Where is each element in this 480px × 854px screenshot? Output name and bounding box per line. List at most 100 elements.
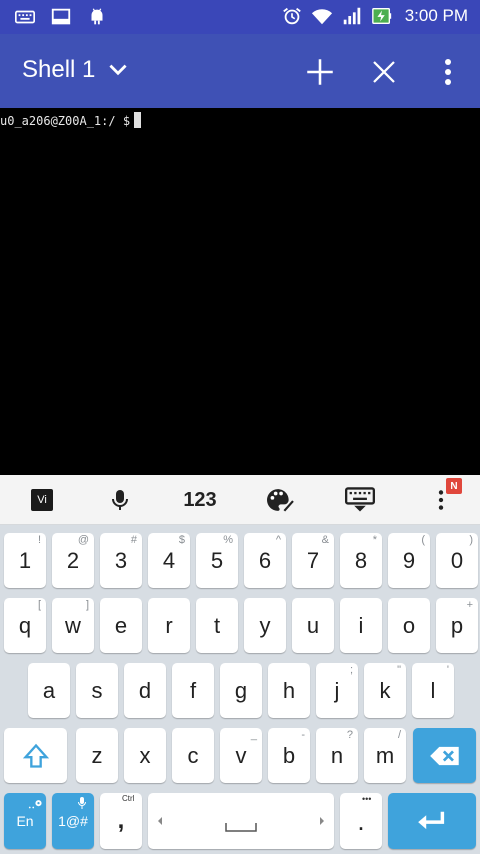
alarm-icon: [282, 7, 301, 25]
key-7[interactable]: 7 &: [292, 533, 334, 588]
chevron-down-icon: [109, 64, 127, 76]
key-a[interactable]: a: [28, 663, 70, 718]
backspace-icon: [429, 746, 459, 765]
period-label: .: [357, 805, 365, 836]
symbols-label: 1@#: [58, 813, 88, 829]
shift-icon: [22, 743, 49, 768]
android-debug-icon: [91, 8, 103, 25]
key-z[interactable]: z: [76, 728, 118, 783]
key-label: 4: [162, 547, 176, 573]
key-1[interactable]: 1!: [4, 533, 46, 588]
key-label: 6: [258, 547, 272, 573]
key-y[interactable]: y: [244, 598, 286, 653]
key-2[interactable]: 2 @: [52, 533, 94, 588]
key-t[interactable]: t: [196, 598, 238, 653]
key-secondary-label: ;: [349, 664, 353, 676]
key-o[interactable]: o: [388, 598, 430, 653]
key-0[interactable]: 0): [436, 533, 478, 588]
app-bar: Shell 1: [0, 34, 480, 108]
key-label: n: [330, 742, 344, 768]
key-n[interactable]: n?: [316, 728, 358, 783]
theme-button[interactable]: [258, 475, 302, 525]
key-label: 0: [450, 547, 464, 573]
key-6[interactable]: 6 ^: [244, 533, 286, 588]
key-secondary-label: $: [178, 534, 185, 546]
language-key[interactable]: En: [4, 793, 46, 849]
language-label: En: [16, 813, 34, 829]
key-label: v: [235, 742, 247, 768]
language-settings-icon: [28, 800, 42, 809]
enter-key[interactable]: [388, 793, 476, 849]
app-title: Shell 1: [22, 56, 96, 83]
key-3[interactable]: 3 #: [100, 533, 142, 588]
key-e[interactable]: e: [100, 598, 142, 653]
key-v[interactable]: v _: [220, 728, 262, 783]
overflow-menu-icon: [445, 59, 451, 85]
key-label: t: [213, 612, 221, 638]
key-l[interactable]: l ': [412, 663, 454, 718]
key-k[interactable]: k ": [364, 663, 406, 718]
keyboard-icon: [15, 10, 35, 24]
key-label: p: [450, 612, 464, 638]
key-p[interactable]: p +: [436, 598, 478, 653]
key-secondary-label: *: [372, 534, 377, 546]
key-4[interactable]: 4 $: [148, 533, 190, 588]
shift-key[interactable]: [4, 728, 67, 783]
space-key[interactable]: [148, 793, 334, 849]
hide-keyboard-button[interactable]: [338, 475, 382, 525]
key-g[interactable]: g: [220, 663, 262, 718]
key-m[interactable]: m /: [364, 728, 406, 783]
key-secondary-label: /: [397, 729, 401, 741]
key-h[interactable]: h: [268, 663, 310, 718]
key-d[interactable]: d: [124, 663, 166, 718]
key-label: b: [282, 742, 296, 768]
key-label: o: [402, 612, 416, 638]
key-b[interactable]: b-: [268, 728, 310, 783]
voice-input-button[interactable]: [100, 475, 140, 525]
key-i[interactable]: i: [340, 598, 382, 653]
comma-key[interactable]: , Ctrl: [100, 793, 142, 849]
numbers-button[interactable]: 123: [174, 475, 226, 525]
key-9[interactable]: 9(: [388, 533, 430, 588]
key-8[interactable]: 8 *: [340, 533, 382, 588]
vi-button[interactable]: Vi: [22, 475, 62, 525]
key-w[interactable]: w]: [52, 598, 94, 653]
key-s[interactable]: s: [76, 663, 118, 718]
new-session-button[interactable]: [300, 52, 340, 92]
period-key[interactable]: . •••: [340, 793, 382, 849]
symbols-key[interactable]: 1@#: [52, 793, 94, 849]
key-label: q: [18, 612, 32, 638]
key-label: 1: [18, 547, 32, 573]
backspace-key[interactable]: [413, 728, 476, 783]
key-label: 2: [66, 547, 80, 573]
key-label: 3: [114, 547, 128, 573]
key-q[interactable]: q[: [4, 598, 46, 653]
key-label: 9: [402, 547, 416, 573]
terminal-prompt: u0_a206@Z00A_1:/ $: [0, 114, 131, 128]
numbers-label: 123: [183, 488, 217, 511]
palette-icon: [267, 489, 294, 512]
session-selector[interactable]: Shell 1: [22, 56, 131, 84]
key-label: s: [91, 677, 103, 703]
key-r[interactable]: r: [148, 598, 190, 653]
battery-charging-icon: [371, 7, 391, 25]
key-j[interactable]: j;: [316, 663, 358, 718]
key-label: 8: [354, 547, 368, 573]
close-icon: [373, 61, 395, 83]
terminal-cursor: [134, 112, 142, 128]
key-label: 5: [210, 547, 224, 573]
key-5[interactable]: 5%: [196, 533, 238, 588]
terminal-area[interactable]: u0_a206@Z00A_1:/ $: [0, 108, 480, 475]
more-symbols-label: •••: [362, 794, 372, 804]
key-label: r: [165, 612, 173, 638]
key-label: y: [259, 612, 271, 638]
key-label: e: [114, 612, 128, 638]
close-session-button[interactable]: [364, 52, 404, 92]
key-u[interactable]: u: [292, 598, 334, 653]
overflow-menu-button[interactable]: [428, 52, 468, 92]
key-x[interactable]: x: [124, 728, 166, 783]
key-c[interactable]: c: [172, 728, 214, 783]
key-secondary-label: @: [77, 534, 89, 546]
key-f[interactable]: f: [172, 663, 214, 718]
ctrl-label: Ctrl: [122, 794, 135, 803]
